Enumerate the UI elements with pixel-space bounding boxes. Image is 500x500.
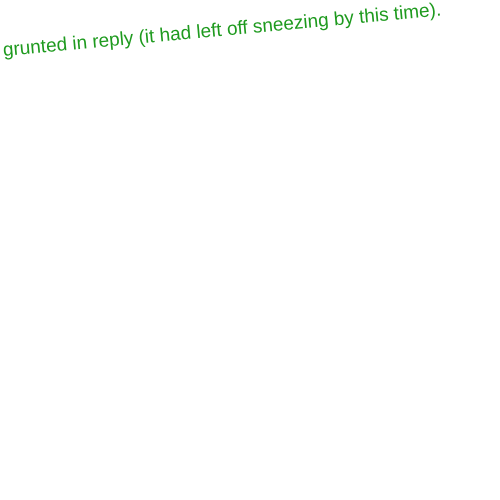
canvas: grunted in reply (it had left off sneezi…	[0, 0, 500, 500]
rotated-text-line: grunted in reply (it had left off sneezi…	[1, 0, 443, 62]
